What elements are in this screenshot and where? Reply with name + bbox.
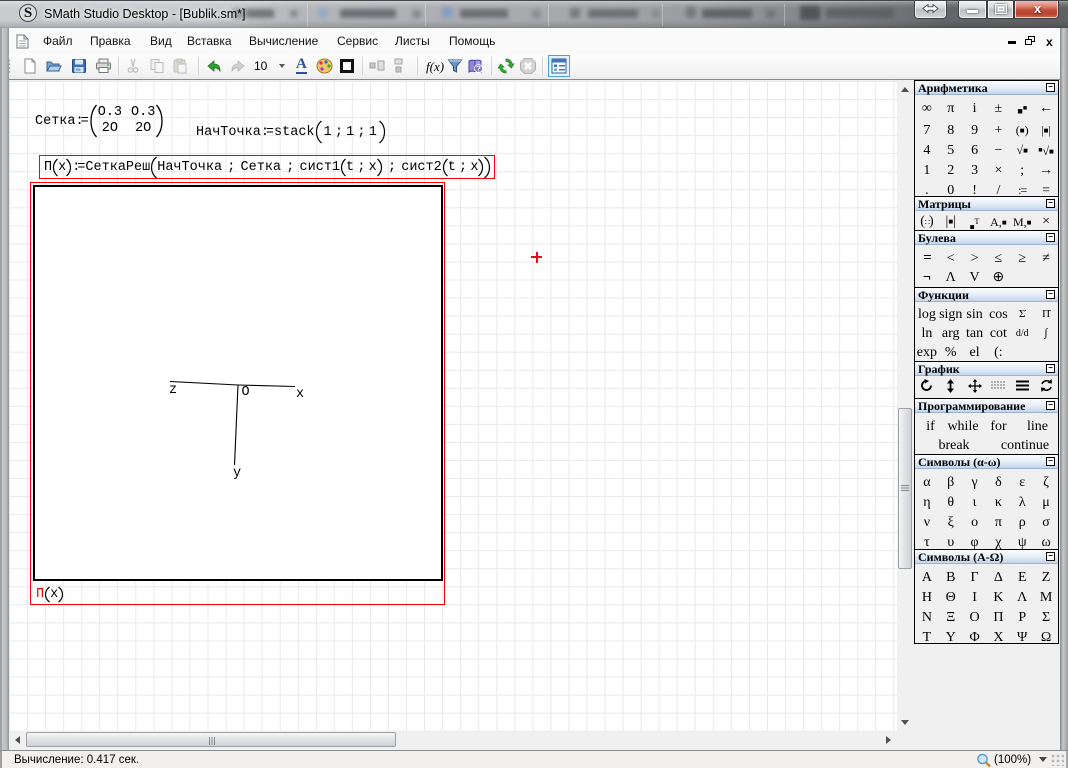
svg-text:z: z: [169, 383, 177, 398]
svg-text:x: x: [296, 387, 304, 402]
svg-text:y: y: [233, 466, 241, 481]
svg-text:?: ?: [476, 64, 481, 73]
svg-text:O: O: [242, 385, 250, 400]
